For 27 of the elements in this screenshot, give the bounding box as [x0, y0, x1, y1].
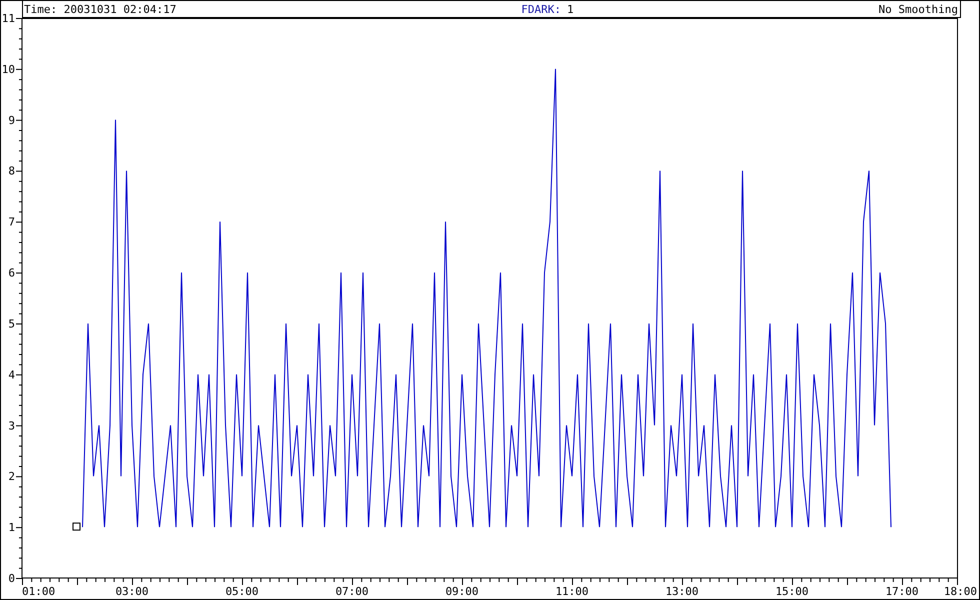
y-tick-label: 10	[2, 62, 15, 76]
y-tick-label: 8	[8, 164, 15, 178]
x-tick-label: 05:00	[225, 585, 259, 598]
x-tick-label: 09:00	[445, 585, 479, 598]
x-tick-label: 03:00	[115, 585, 149, 598]
y-tick-label: 7	[8, 216, 15, 229]
time-label: Time: 20031031 02:04:17	[24, 2, 176, 16]
channel-label: FDARK:	[521, 2, 561, 16]
x-tick-label: 07:00	[335, 585, 369, 598]
y-tick-label: 11	[2, 12, 15, 25]
x-tick-label: 13:00	[665, 585, 699, 598]
smoothing-label: No Smoothing	[878, 2, 958, 16]
y-tick-label: 9	[8, 114, 15, 127]
x-tick-label: 17:00	[885, 585, 919, 598]
x-tick-label: 11:00	[555, 585, 589, 598]
y-tick-label: 1	[8, 521, 15, 534]
x-tick-label: 18:00	[944, 585, 977, 598]
y-tick-label: 2	[8, 470, 15, 484]
x-tick-label: 15:00	[775, 585, 809, 598]
y-tick-label: 3	[8, 419, 15, 432]
channel-value: 1	[566, 2, 574, 16]
y-tick-label: 5	[8, 317, 15, 330]
y-tick-label: 4	[8, 368, 15, 382]
y-tick-label: 0	[8, 572, 15, 585]
x-tick-label: 01:00	[22, 585, 56, 598]
y-tick-label: 6	[8, 266, 15, 280]
start-marker	[72, 522, 80, 531]
